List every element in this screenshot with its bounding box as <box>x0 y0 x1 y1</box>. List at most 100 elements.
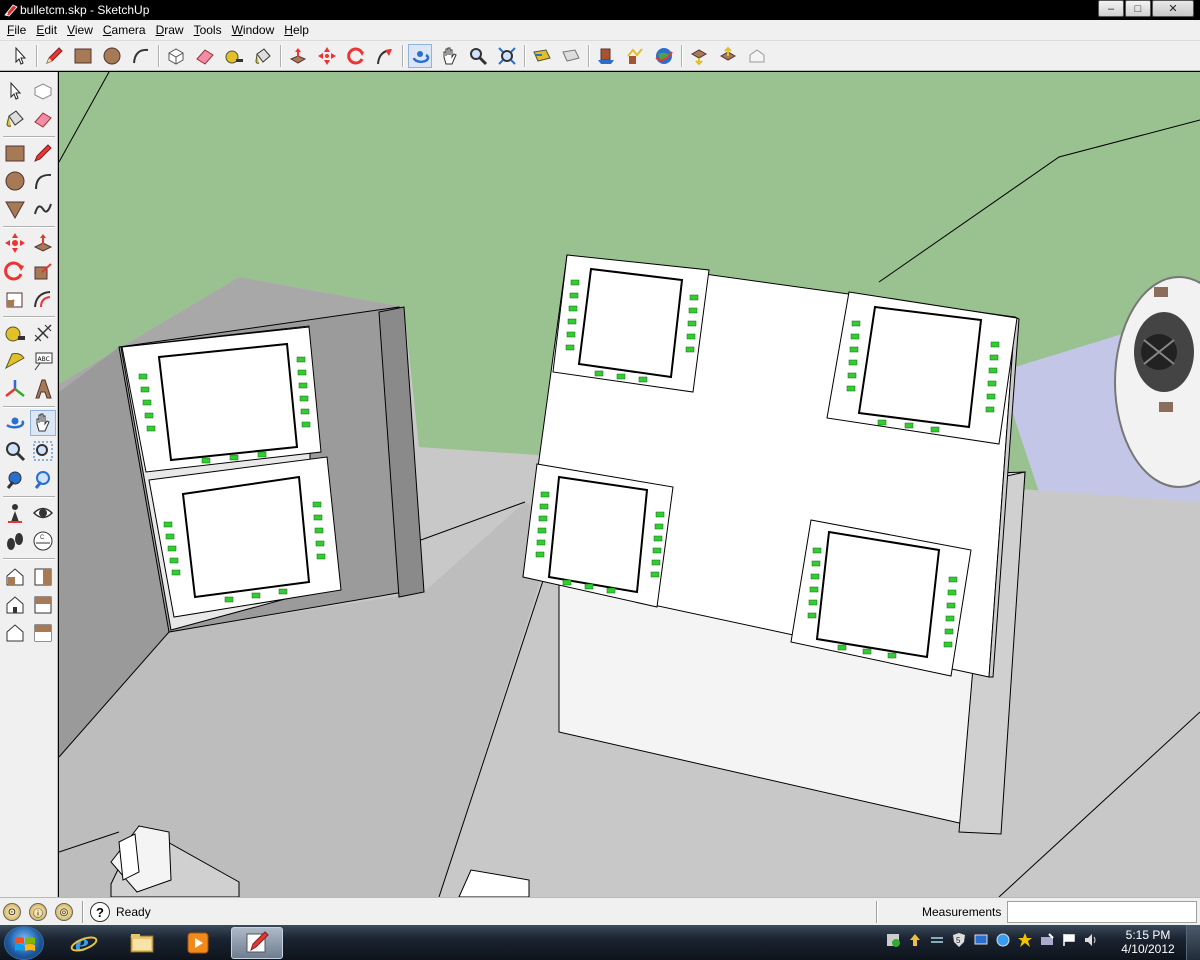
select-icon[interactable] <box>2 78 28 104</box>
position-camera-icon[interactable] <box>2 500 28 526</box>
iso-view-icon[interactable] <box>2 564 28 590</box>
arc-icon[interactable] <box>30 168 56 194</box>
rectangle-icon[interactable] <box>2 140 28 166</box>
internet-explorer-icon[interactable]: e <box>58 927 110 959</box>
system-clock[interactable]: 5:15 PM 4/10/2012 <box>1118 928 1178 956</box>
eraser-icon[interactable] <box>30 106 56 132</box>
dimension-icon[interactable] <box>30 320 56 346</box>
previous-view-icon[interactable] <box>530 44 554 68</box>
follow-me-icon[interactable] <box>30 258 56 284</box>
scale-icon[interactable] <box>2 286 28 312</box>
make-component-icon[interactable] <box>164 44 188 68</box>
select-icon[interactable] <box>8 44 32 68</box>
sketchup-icon[interactable] <box>231 927 283 959</box>
offset-icon[interactable] <box>30 286 56 312</box>
security-icon[interactable] <box>884 931 902 949</box>
make-component-icon[interactable] <box>30 78 56 104</box>
freehand-icon[interactable] <box>30 196 56 222</box>
maximize-button[interactable]: □ <box>1125 0 1151 17</box>
section-plane-icon[interactable]: C <box>30 528 56 554</box>
paint-bucket-icon[interactable] <box>251 44 275 68</box>
tape-measure-icon[interactable] <box>222 44 246 68</box>
menu-window[interactable]: Window <box>227 23 280 37</box>
display-icon[interactable] <box>972 931 990 949</box>
top-view-icon[interactable] <box>2 592 28 618</box>
next-view-icon[interactable] <box>559 44 583 68</box>
menu-camera[interactable]: Camera <box>98 23 151 37</box>
media-player-icon[interactable] <box>172 927 224 959</box>
circle-icon[interactable] <box>100 44 124 68</box>
measurements-input[interactable] <box>1007 901 1197 923</box>
show-desktop-button[interactable] <box>1186 925 1200 960</box>
rotate-icon[interactable] <box>2 258 28 284</box>
network-icon[interactable] <box>994 931 1012 949</box>
minimize-button[interactable]: – <box>1098 0 1124 17</box>
share-model-icon[interactable] <box>623 44 647 68</box>
get-models-icon[interactable] <box>594 44 618 68</box>
update-icon[interactable] <box>906 931 924 949</box>
3d-text-icon[interactable] <box>30 376 56 402</box>
volume-icon[interactable] <box>1082 931 1100 949</box>
action-center-icon[interactable] <box>1060 931 1078 949</box>
zoom-extents-icon[interactable] <box>495 44 519 68</box>
menu-tools[interactable]: Tools <box>189 23 227 37</box>
zoom-extents-icon[interactable] <box>2 466 28 492</box>
3d-scene[interactable] <box>59 72 1200 897</box>
measurements-label: Measurements <box>922 905 1002 919</box>
left-view-icon[interactable] <box>30 620 56 646</box>
rotate-icon[interactable] <box>344 44 368 68</box>
pen-tablet-icon[interactable] <box>1038 931 1056 949</box>
close-button[interactable]: ✕ <box>1152 0 1194 17</box>
pencil-icon[interactable] <box>42 44 66 68</box>
push-pull-icon[interactable] <box>286 44 310 68</box>
zoom-icon[interactable] <box>2 438 28 464</box>
back-view-icon[interactable] <box>2 620 28 646</box>
protractor-icon[interactable] <box>2 348 28 374</box>
tape-measure-icon[interactable] <box>2 320 28 346</box>
paint-bucket-icon[interactable] <box>2 106 28 132</box>
axes-icon[interactable] <box>2 376 28 402</box>
menu-label: indow <box>242 23 275 37</box>
get-models-3d-icon[interactable] <box>687 44 711 68</box>
star-icon[interactable] <box>1016 931 1034 949</box>
start-button[interactable] <box>4 926 44 960</box>
menu-edit[interactable]: Edit <box>31 23 62 37</box>
previous-icon[interactable] <box>30 466 56 492</box>
right-view-icon[interactable] <box>30 592 56 618</box>
text-icon[interactable]: ABC <box>30 348 56 374</box>
orbit-icon[interactable] <box>408 44 432 68</box>
credits-icon[interactable]: ⓘ <box>29 903 47 921</box>
front-view-icon[interactable] <box>30 564 56 590</box>
windows-explorer-icon[interactable] <box>116 927 168 959</box>
add-location-icon[interactable] <box>745 44 769 68</box>
eraser-icon[interactable] <box>193 44 217 68</box>
follow-me-icon[interactable] <box>373 44 397 68</box>
share-component-icon[interactable] <box>716 44 740 68</box>
zoom-icon[interactable] <box>466 44 490 68</box>
move-icon[interactable] <box>315 44 339 68</box>
look-around-icon[interactable] <box>30 500 56 526</box>
menu-file[interactable]: File <box>2 23 31 37</box>
line-icon[interactable] <box>30 140 56 166</box>
pan-icon[interactable] <box>30 410 56 436</box>
rectangle-icon[interactable] <box>71 44 95 68</box>
model-viewport[interactable] <box>59 72 1200 897</box>
polygon-icon[interactable] <box>2 196 28 222</box>
zoom-window-icon[interactable] <box>30 438 56 464</box>
walk-icon[interactable] <box>2 528 28 554</box>
help-icon[interactable]: ? <box>90 902 110 922</box>
network-transfer-icon[interactable] <box>928 931 946 949</box>
menu-help[interactable]: Help <box>279 23 314 37</box>
circle-icon[interactable] <box>2 168 28 194</box>
pan-icon[interactable] <box>437 44 461 68</box>
push-pull-icon[interactable] <box>30 230 56 256</box>
move-icon[interactable] <box>2 230 28 256</box>
geo-location-icon[interactable]: ⊙ <box>3 903 21 921</box>
menu-view[interactable]: View <box>62 23 98 37</box>
arc-icon[interactable] <box>129 44 153 68</box>
google-earth-icon[interactable] <box>652 44 676 68</box>
menu-draw[interactable]: Draw <box>151 23 189 37</box>
shield-5-icon[interactable]: 5 <box>950 931 968 949</box>
orbit-icon[interactable] <box>2 410 28 436</box>
user-icon[interactable]: ◎ <box>55 903 73 921</box>
